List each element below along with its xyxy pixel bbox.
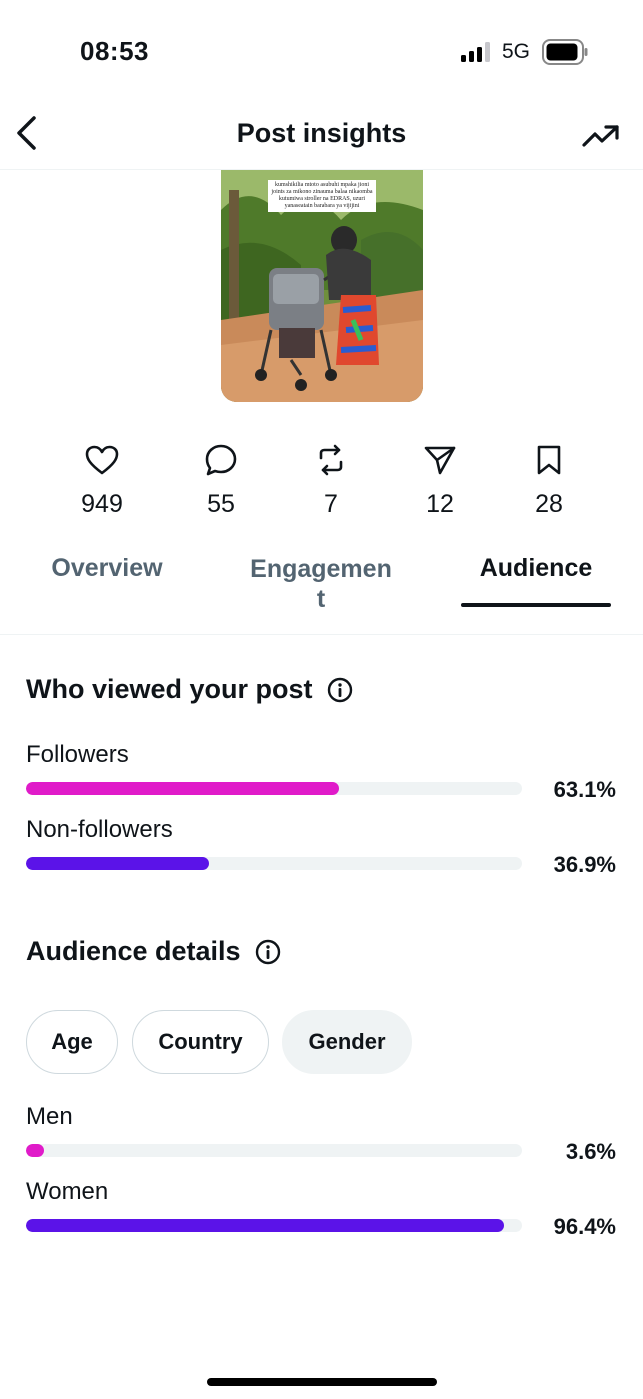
men-percent: 3.6% [565,1139,616,1164]
non-followers-bar [26,857,522,870]
reply-icon [205,444,237,476]
non-followers-percent: 36.9% [553,852,616,877]
status-time: 08:53 [80,36,149,66]
replies-stat[interactable]: 55 [181,440,261,519]
men-bar [26,1144,522,1157]
post-thumbnail[interactable]: kumshikilia mtoto asubuhi mpaka jioni jo… [221,170,423,402]
replies-count: 55 [207,490,235,518]
followers-bar-fill [26,782,339,795]
followers-percent: 63.1% [553,777,616,802]
non-followers-label: Non-followers [26,816,173,843]
audience-details-title: Audience details [26,936,241,966]
trending-up-icon [582,125,619,147]
likes-count: 949 [81,490,123,518]
nav-bar: Post insights [0,100,643,170]
men-bar-fill [26,1144,44,1157]
network-label: 5G [502,40,531,63]
page-title: Post insights [236,118,407,148]
bookmarks-count: 28 [535,490,563,518]
heart-icon [85,445,119,475]
who-viewed-title: Who viewed your post [26,674,313,704]
filter-chip-country[interactable]: Country [132,1010,269,1074]
followers-label: Followers [26,741,129,768]
who-viewed-section: Who viewed your post [26,674,353,705]
women-bar-fill [26,1219,505,1232]
women-label: Women [26,1178,109,1205]
home-indicator[interactable] [207,1378,437,1386]
women-bar [26,1219,522,1232]
repost-icon [319,444,343,476]
info-icon [327,677,352,702]
signal-icon [461,42,490,62]
filter-chip-gender[interactable]: Gender [282,1010,412,1074]
engagement-stats: 949 55 7 12 28 [0,440,643,520]
reposts-count: 7 [324,490,338,518]
followers-bar [26,782,522,795]
shares-stat[interactable]: 12 [400,440,480,519]
tab-audience[interactable]: Audience [461,554,611,583]
post-caption: kumshikilia mtoto asubuhi mpaka jioni jo… [268,180,376,212]
tab-engagement[interactable]: Engagemen t [236,554,406,614]
active-tab-indicator [461,603,611,607]
likes-stat[interactable]: 949 [62,440,142,519]
who-viewed-info-button[interactable] [327,677,353,703]
share-icon [424,446,456,475]
status-bar: 08:53 5G [0,0,643,100]
reposts-stat[interactable]: 7 [291,440,371,519]
filter-chip-age[interactable]: Age [26,1010,118,1074]
audience-details-section: Audience details [26,936,281,967]
tab-overview[interactable]: Overview [32,554,182,583]
bookmarks-stat[interactable]: 28 [509,440,589,519]
non-followers-bar-fill [26,857,210,870]
insights-tabs: Overview Engagemen t Audience [0,540,643,635]
shares-count: 12 [426,490,454,518]
bookmark-icon [537,445,561,475]
women-percent: 96.4% [553,1214,616,1239]
audience-details-info-button[interactable] [255,939,281,965]
men-label: Men [26,1103,73,1130]
battery-icon [542,39,588,65]
trending-button[interactable] [581,116,621,156]
info-icon [255,939,280,964]
